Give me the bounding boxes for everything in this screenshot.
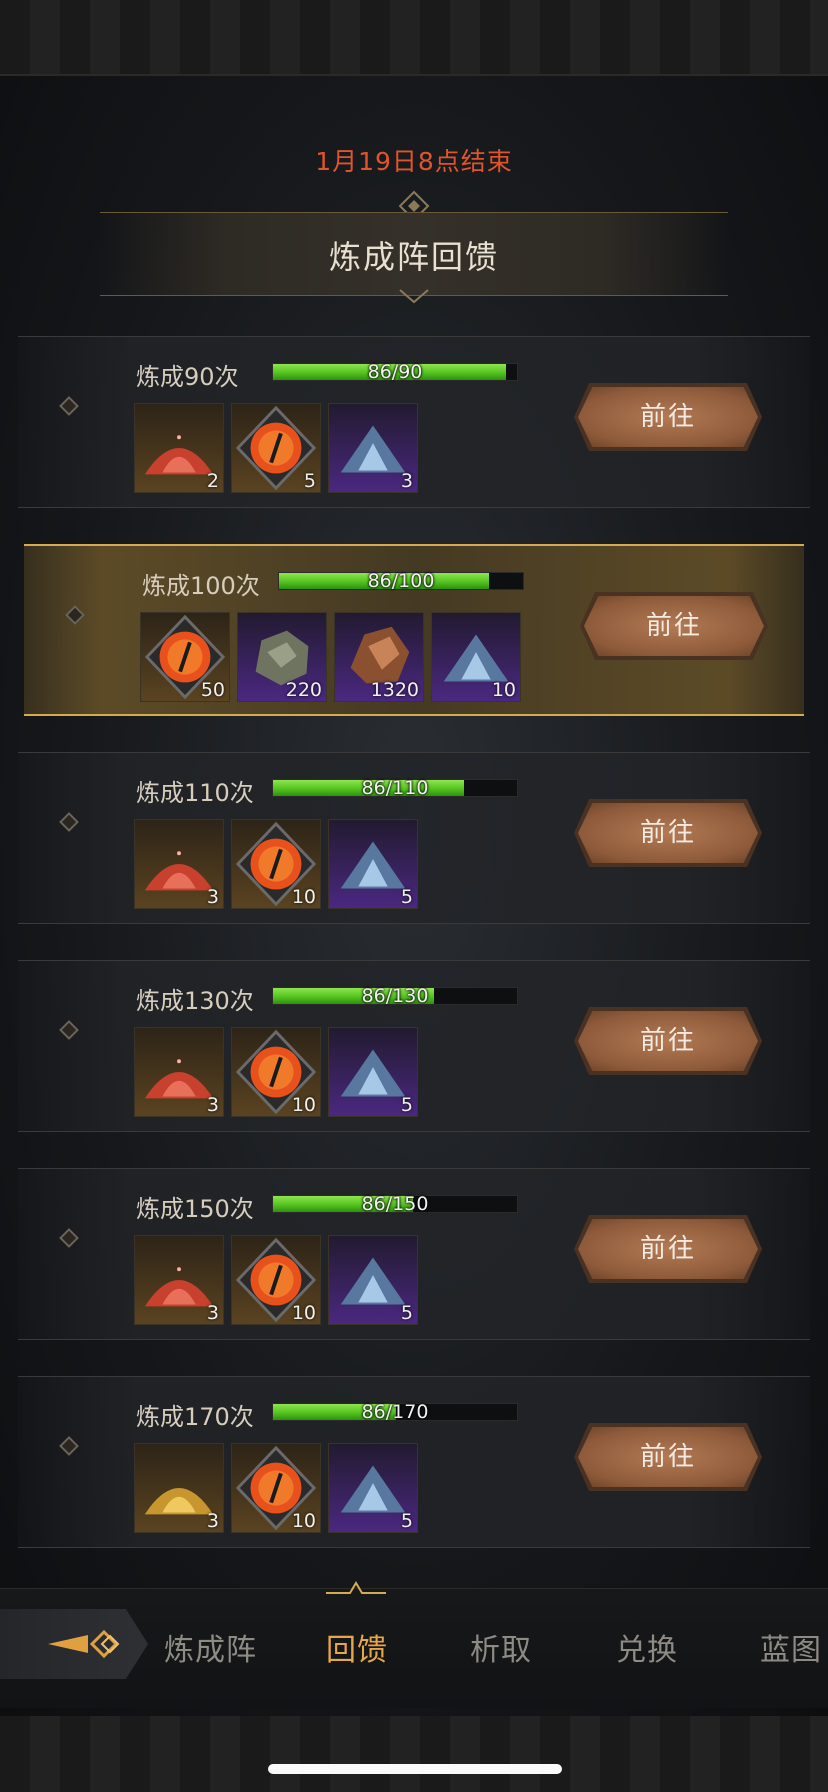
progress-text: 86/100: [367, 570, 435, 592]
item-count: 3: [206, 1302, 219, 1324]
tab-feedback[interactable]: 回馈: [326, 1625, 388, 1669]
reward-items: 3 10 5: [134, 1443, 418, 1533]
reward-item[interactable]: 5: [231, 403, 321, 493]
progress-text: 86/90: [367, 361, 423, 383]
row-diamond-icon: [59, 1228, 79, 1248]
reward-item[interactable]: 3: [134, 1235, 224, 1325]
go-button[interactable]: 前往: [578, 803, 758, 863]
progress-text: 86/110: [361, 777, 429, 799]
progress-bar: 86/150: [272, 1193, 518, 1215]
item-count: 5: [400, 1510, 413, 1532]
reward-items: 3 10 5: [134, 1235, 418, 1325]
progress-text: 86/170: [361, 1401, 429, 1423]
reward-row: 炼成150次 86/150 3 10 5 前往: [18, 1168, 810, 1340]
row-diamond-icon: [59, 1436, 79, 1456]
item-count: 5: [303, 470, 316, 492]
progress-bar: 86/100: [278, 570, 524, 592]
top-frame: [0, 0, 828, 76]
reward-item[interactable]: 3: [328, 403, 418, 493]
go-button[interactable]: 前往: [578, 1427, 758, 1487]
reward-item[interactable]: 3: [134, 819, 224, 909]
tab-refining-array[interactable]: 炼成阵: [164, 1625, 257, 1669]
bottom-nav: 炼成阵 回馈 析取 兑换 蓝图: [0, 1581, 828, 1708]
nav-back-button[interactable]: [0, 1609, 148, 1679]
progress-bar: 86/130: [272, 985, 518, 1007]
item-count: 220: [285, 679, 322, 701]
item-count: 3: [400, 470, 413, 492]
reward-item[interactable]: 10: [231, 1443, 321, 1533]
reward-item[interactable]: 10: [231, 1027, 321, 1117]
reward-items: 3 10 5: [134, 819, 418, 909]
reward-item[interactable]: 5: [328, 1235, 418, 1325]
reward-item[interactable]: 10: [231, 819, 321, 909]
row-diamond-icon: [59, 396, 79, 416]
item-count: 3: [206, 886, 219, 908]
go-button[interactable]: 前往: [578, 387, 758, 447]
reward-item[interactable]: 5: [328, 819, 418, 909]
reward-item[interactable]: 10: [431, 612, 521, 702]
reward-items: 2 5 3: [134, 403, 418, 493]
tab-exchange[interactable]: 兑换: [616, 1625, 678, 1669]
reward-item[interactable]: 3: [134, 1443, 224, 1533]
item-count: 5: [400, 1094, 413, 1116]
progress-bar: 86/90: [272, 361, 518, 383]
item-count: 5: [400, 1302, 413, 1324]
reward-item[interactable]: 3: [134, 1027, 224, 1117]
item-count: 10: [291, 1094, 316, 1116]
reward-row: 炼成100次 86/100 50 220 1320 10 前往: [24, 544, 804, 716]
milestone-label: 炼成110次: [136, 779, 254, 807]
reward-row: 炼成90次 86/90 2 5 3 前往: [18, 336, 810, 508]
reward-item[interactable]: 50: [140, 612, 230, 702]
item-count: 10: [291, 1510, 316, 1532]
reward-item[interactable]: 10: [231, 1235, 321, 1325]
row-diamond-icon: [59, 1020, 79, 1040]
diamond-arrow-back-icon: [48, 1629, 120, 1659]
progress-bar: 86/170: [272, 1401, 518, 1423]
item-count: 50: [200, 679, 225, 701]
reward-item[interactable]: 2: [134, 403, 224, 493]
row-diamond-icon: [65, 605, 85, 625]
reward-item[interactable]: 1320: [334, 612, 424, 702]
go-button[interactable]: 前往: [584, 596, 764, 656]
bottom-frame: [0, 1716, 828, 1792]
item-count: 3: [206, 1510, 219, 1532]
active-tab-indicator-icon: [326, 1581, 386, 1594]
item-count: 10: [491, 679, 516, 701]
reward-row: 炼成110次 86/110 3 10 5 前往: [18, 752, 810, 924]
milestone-label: 炼成90次: [136, 363, 239, 391]
page-title: 炼成阵回馈: [328, 238, 499, 276]
milestone-label: 炼成170次: [136, 1403, 254, 1431]
go-button[interactable]: 前往: [578, 1011, 758, 1071]
row-diamond-icon: [59, 812, 79, 832]
progress-text: 86/130: [361, 985, 429, 1007]
reward-item[interactable]: 5: [328, 1027, 418, 1117]
event-end-time: 1月19日8点结束: [315, 147, 513, 176]
milestone-label: 炼成150次: [136, 1195, 254, 1223]
item-count: 10: [291, 886, 316, 908]
reward-items: 3 10 5: [134, 1027, 418, 1117]
item-count: 2: [206, 470, 219, 492]
item-count: 3: [206, 1094, 219, 1116]
reward-items: 50 220 1320 10: [140, 612, 521, 702]
item-count: 5: [400, 886, 413, 908]
milestone-label: 炼成130次: [136, 987, 254, 1015]
reward-item[interactable]: 220: [237, 612, 327, 702]
progress-text: 86/150: [361, 1193, 429, 1215]
tab-extract[interactable]: 析取: [470, 1625, 532, 1669]
title-bottom-ornament-icon: [399, 289, 429, 304]
go-button[interactable]: 前往: [578, 1219, 758, 1279]
tab-blueprint[interactable]: 蓝图: [760, 1625, 822, 1669]
progress-bar: 86/110: [272, 777, 518, 799]
item-count: 1320: [370, 679, 419, 701]
reward-row: 炼成130次 86/130 3 10 5 前往: [18, 960, 810, 1132]
milestone-label: 炼成100次: [142, 572, 260, 600]
reward-item[interactable]: 5: [328, 1443, 418, 1533]
item-count: 10: [291, 1302, 316, 1324]
reward-row: 炼成170次 86/170 3 10 5 前往: [18, 1376, 810, 1548]
home-indicator[interactable]: [268, 1764, 562, 1774]
